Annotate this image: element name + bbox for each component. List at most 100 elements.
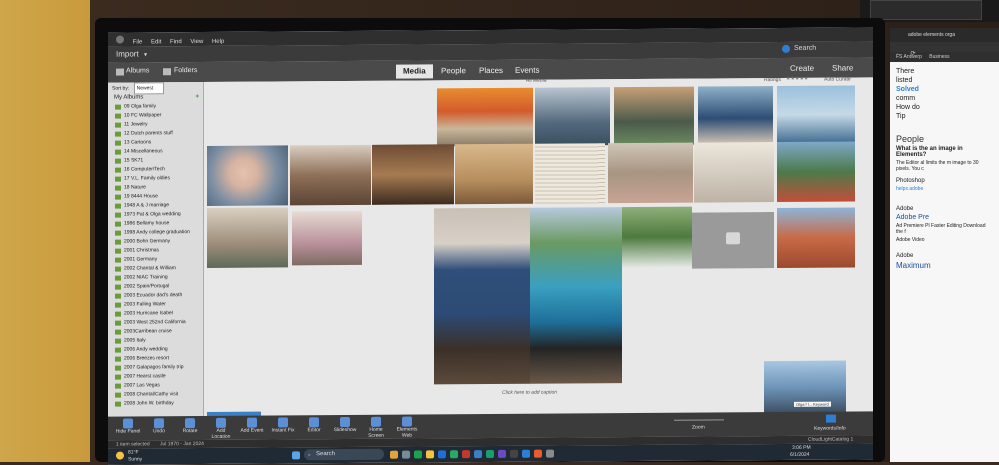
snippet-5[interactable]: How do [896,104,993,111]
bookmark-2[interactable]: Business [929,54,949,60]
mail-icon[interactable] [438,450,446,459]
photo-group-party[interactable] [292,210,362,266]
photo-couple-restaurant[interactable] [372,144,454,205]
photo-group-women[interactable] [614,86,694,146]
albums-tab[interactable]: Albums [126,67,149,74]
elements-icon[interactable] [522,449,530,458]
photo-old-prints[interactable] [694,142,774,203]
adobe-result-2[interactable]: Adobe [896,253,993,259]
caption-prompt[interactable]: Click here to add caption [502,390,557,396]
photos-icon[interactable] [510,449,518,458]
album-icon [115,311,121,317]
file-explorer-icon[interactable] [426,450,434,459]
star-rating-icon[interactable]: ★★★★★ [786,76,808,82]
tab-people[interactable]: People [434,64,473,78]
action-button-label: Add Location [211,427,231,440]
browser-tab[interactable]: adobe elements orga [890,28,999,42]
task-view-icon[interactable] [402,450,410,459]
action-button-add-event[interactable]: Add Event [238,417,266,434]
app-icon-orange[interactable] [534,449,542,458]
menu-view[interactable]: View [190,39,203,45]
album-item[interactable]: 2008 John W. birthday [108,399,203,409]
share-button[interactable]: Share [832,63,853,72]
action-button-slideshow[interactable]: Slideshow [331,416,359,433]
bookmark-1[interactable]: FS Antwerp [896,54,922,60]
album-icon [115,401,121,407]
app-icon-red[interactable] [462,450,470,459]
photo-two-women[interactable] [535,87,610,146]
photoshop-link[interactable]: Photoshop [896,178,993,184]
photo-woman-garden[interactable] [207,207,288,268]
photo-document-page[interactable] [535,143,605,204]
add-album-icon[interactable]: + [195,92,199,102]
snippet-6[interactable]: Tip [896,113,993,120]
photo-flowers-house[interactable] [622,206,692,268]
search-button[interactable]: Search [794,45,816,52]
widget-icon[interactable] [390,450,398,459]
album-label: 2007 Las Vegas [124,382,160,389]
photo-bridge-couple[interactable] [764,360,846,416]
clock-date[interactable]: 6/1/2024 [790,452,809,458]
action-button-home-screen[interactable]: Home Screen [362,416,390,439]
photo-pants-closeup[interactable] [434,207,530,385]
menu-edit[interactable]: Edit [151,39,161,45]
action-button-elements-web[interactable]: Elements Web [393,416,421,439]
photo-woman-sunglasses[interactable] [207,145,288,206]
menu-help[interactable]: Help [212,39,224,45]
photo-memorias-book[interactable] [455,143,533,205]
tab-media[interactable]: Media [396,64,433,79]
photo-red-rocks[interactable] [777,207,855,268]
settings-icon[interactable] [546,449,554,458]
zoom-slider[interactable] [674,419,724,421]
photo-man-girl[interactable] [698,86,773,145]
photoshop-url[interactable]: helpx.adobe [896,186,993,192]
photo-dinner-table[interactable] [290,144,371,206]
photo-skirt-bag[interactable] [530,207,622,384]
album-icon [115,320,121,326]
windows-start-icon[interactable] [292,451,300,460]
photo-family-beach[interactable] [777,85,855,144]
home-screen-icon [371,416,381,427]
adobe-pre-title[interactable]: Adobe Pre [896,214,993,221]
chrome-icon[interactable] [486,449,494,459]
album-icon [115,266,121,272]
taskbar-search-label[interactable]: Search [316,451,335,457]
video-thumbnail[interactable] [692,212,774,269]
menu-file[interactable]: File [133,39,143,45]
keyword-tag-icon[interactable] [826,414,836,423]
action-button-add-location[interactable]: Add Location [207,417,235,440]
import-button[interactable]: Import [116,49,139,58]
folders-tab[interactable]: Folders [174,67,197,74]
create-button[interactable]: Create [790,64,814,73]
albums-sidebar: Sort by: Newest My Albums + 09 Olga fami… [108,82,204,417]
adobe-video[interactable]: Adobe Video [896,237,993,243]
action-button-rotate[interactable]: Rotate [176,418,204,434]
word-icon[interactable] [474,450,482,459]
photo-old-ladies[interactable] [608,142,693,204]
album-label: 1998 Andy college graduation [124,229,190,236]
tab-places[interactable]: Places [472,64,510,78]
menu-find[interactable]: Find [170,39,182,45]
action-button-hide-panel[interactable]: Hide Panel [114,418,142,435]
photo-kids[interactable] [777,141,855,202]
search-icon[interactable] [782,44,790,53]
teams-icon[interactable] [498,449,506,458]
action-button-undo[interactable]: Undo [145,418,173,434]
album-icon [115,302,121,308]
album-label: 2001 Germany [124,256,158,263]
keywords-label[interactable]: Keywords/Info [814,426,846,432]
edge-icon[interactable] [414,450,422,459]
action-button-instant-fix[interactable]: Instant Fix [269,417,297,434]
media-label: All Media [526,77,547,84]
maximum-title[interactable]: Maximum [896,261,993,270]
album-icon [115,131,121,137]
snippet-3[interactable]: Solved [896,86,993,93]
clock-time[interactable]: 3:06 PM [792,445,811,451]
photo-umbrella[interactable] [437,87,533,147]
action-button-editor[interactable]: Editor [300,417,328,433]
sheets-icon[interactable] [450,450,458,459]
auto-curate-label[interactable]: Auto Curate [824,76,851,82]
chevron-down-icon[interactable]: ▾ [144,51,147,58]
tab-events[interactable]: Events [508,64,546,78]
adobe-result-1[interactable]: Adobe [896,206,993,212]
